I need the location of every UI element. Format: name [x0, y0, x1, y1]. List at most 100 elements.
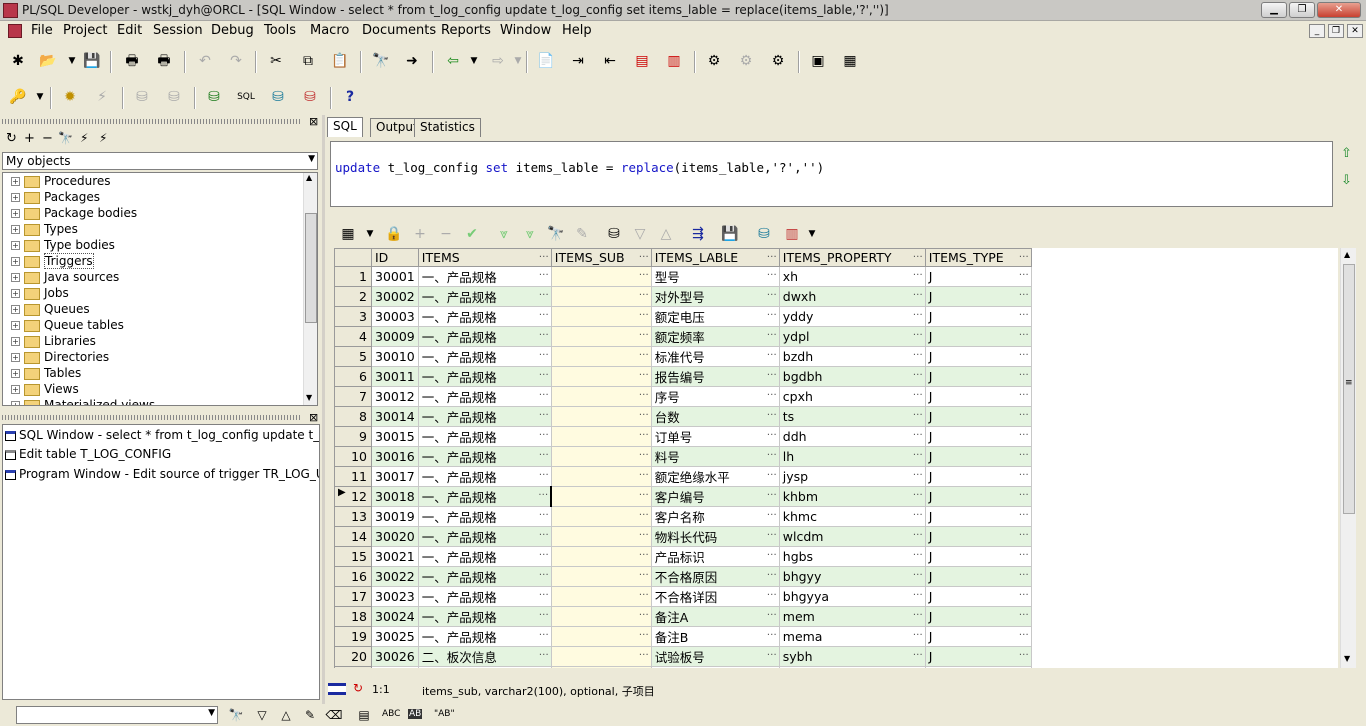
- cell-id[interactable]: 30011: [371, 366, 419, 387]
- cell-items-property[interactable]: bhgyy…: [778, 566, 926, 587]
- table-row[interactable]: 5 30010 一、产品规格…… 标准代号… bzdh… J…: [334, 346, 1032, 367]
- cell-items[interactable]: 一、产品规格…: [417, 366, 552, 387]
- cell-items-type[interactable]: J…: [924, 386, 1032, 407]
- tree-item-queue-tables[interactable]: + Queue tables: [11, 318, 124, 334]
- clear-highlight-icon[interactable]: ⌫: [324, 705, 344, 725]
- column-header-items-property[interactable]: ITEMS_PROPERTY…: [778, 248, 926, 267]
- menu-macro[interactable]: Macro: [310, 23, 349, 38]
- connect-icon[interactable]: ⛁: [204, 87, 224, 107]
- import-icon[interactable]: ⇦: [443, 51, 463, 71]
- menu-file[interactable]: File: [31, 23, 53, 38]
- cell-items-type[interactable]: J…: [924, 546, 1032, 567]
- cell-items-sub[interactable]: …: [550, 606, 652, 627]
- cell-items-property[interactable]: bzdh…: [778, 346, 926, 367]
- table-row[interactable]: 6 30011 一、产品规格…… 报告编号… bgdbh… J…: [334, 366, 1032, 387]
- column-header-items-type[interactable]: ITEMS_TYPE…: [924, 248, 1032, 267]
- cell-items-sub[interactable]: …: [550, 366, 652, 387]
- table-row[interactable]: 16 30022 一、产品规格…… 不合格原因… bhgyy… J…: [334, 566, 1032, 587]
- chart-dropdown-icon[interactable]: ▼: [802, 224, 822, 244]
- table-row[interactable]: 11 30017 一、产品规格…… 额定绝缘水平… jysp… J…: [334, 466, 1032, 487]
- sql-icon[interactable]: SQL: [236, 87, 256, 107]
- cell-id[interactable]: 30027: [371, 666, 419, 668]
- cell-items[interactable]: 一、产品规格…: [417, 346, 552, 367]
- cell-items-property[interactable]: ts…: [778, 406, 926, 427]
- cell-items-type[interactable]: J…: [924, 446, 1032, 467]
- cell-items-lable[interactable]: 型号…: [650, 266, 780, 287]
- cell-items-property[interactable]: ydpl…: [778, 326, 926, 347]
- copy-icon[interactable]: ⧉: [298, 51, 318, 71]
- unindent-icon[interactable]: ⇤: [600, 51, 620, 71]
- compile-all-icon[interactable]: ⚙: [736, 51, 756, 71]
- cell-items-type[interactable]: J…: [924, 566, 1032, 587]
- cell-items-sub[interactable]: …: [550, 586, 652, 607]
- menu-edit[interactable]: Edit: [117, 23, 142, 38]
- tab-sql[interactable]: SQL: [327, 117, 363, 137]
- cell-id[interactable]: 30022: [371, 566, 419, 587]
- cell-items-type[interactable]: J…: [924, 586, 1032, 607]
- window-item-sql[interactable]: SQL Window - select * from t_log_config …: [5, 426, 319, 444]
- indent-icon[interactable]: ⇥: [568, 51, 588, 71]
- undo-icon[interactable]: ↶: [195, 51, 215, 71]
- uncomment-icon[interactable]: ▥: [664, 51, 684, 71]
- cell-id[interactable]: 30025: [371, 626, 419, 647]
- tree-item-procedures[interactable]: + Procedures: [11, 174, 111, 190]
- cell-items-property[interactable]: mema…: [778, 626, 926, 647]
- tab-statistics[interactable]: Statistics: [414, 118, 481, 137]
- cell-items[interactable]: 二、板次信息…: [417, 666, 552, 668]
- find-input[interactable]: ▼: [16, 706, 218, 724]
- cell-items-lable[interactable]: 额定绝缘水平…: [650, 466, 780, 487]
- cell-items-property[interactable]: wlcdm…: [778, 526, 926, 547]
- document-icon[interactable]: 📄: [536, 51, 556, 71]
- cell-items-lable[interactable]: 台数…: [650, 406, 780, 427]
- cell-items-sub[interactable]: …: [550, 566, 652, 587]
- expand-icon[interactable]: +: [11, 225, 20, 234]
- cell-items-sub[interactable]: …: [550, 286, 652, 307]
- grid-vscrollbar[interactable]: ▲ ≡ ▼: [1340, 248, 1356, 668]
- tree-item-tables[interactable]: + Tables: [11, 366, 81, 382]
- cell-items-property[interactable]: bgdbh…: [778, 366, 926, 387]
- cell-items[interactable]: 一、产品规格…: [417, 626, 552, 647]
- filter-icon[interactable]: ⚡: [80, 131, 88, 145]
- cell-id[interactable]: 30024: [371, 606, 419, 627]
- table-row[interactable]: 8 30014 一、产品规格…… 台数… ts… J…: [334, 406, 1032, 427]
- help-icon[interactable]: ?: [340, 87, 360, 107]
- menu-documents[interactable]: Documents: [362, 23, 436, 38]
- tree-item-materialized-views[interactable]: + Materialized views: [11, 398, 155, 405]
- expand-icon[interactable]: +: [11, 401, 20, 405]
- cell-items[interactable]: 一、产品规格…: [417, 546, 552, 567]
- close-windows-panel-icon[interactable]: ⊠: [309, 411, 318, 424]
- cell-items-property[interactable]: sybh…: [778, 646, 926, 667]
- tree-item-types[interactable]: + Types: [11, 222, 78, 238]
- cell-items-lable[interactable]: 备注B…: [650, 626, 780, 647]
- cell-items-sub[interactable]: …: [550, 386, 652, 407]
- cell-items-lable[interactable]: 产品标识…: [650, 546, 780, 567]
- cell-items-type[interactable]: J…: [924, 306, 1032, 327]
- scroll-up-icon[interactable]: ⇧: [1341, 146, 1352, 161]
- expand-icon[interactable]: +: [11, 193, 20, 202]
- post-changes-icon[interactable]: ✔: [462, 224, 482, 244]
- table-row[interactable]: 2130027二、板次信息……板内序号…bnxh…J…: [334, 666, 1032, 668]
- dropdown-arrow-icon[interactable]: ▼: [308, 154, 315, 164]
- cell-items-sub[interactable]: …: [550, 426, 652, 447]
- cell-items-lable[interactable]: 客户名称…: [650, 506, 780, 527]
- cell-id[interactable]: 30019: [371, 506, 419, 527]
- menu-session[interactable]: Session: [153, 23, 203, 38]
- table-row[interactable]: 19 30025 一、产品规格…… 备注B… mema… J…: [334, 626, 1032, 647]
- grid-view-icon[interactable]: ▦: [338, 224, 358, 244]
- save-results-icon[interactable]: 💾: [720, 224, 740, 244]
- cell-items-type[interactable]: J…: [924, 646, 1032, 667]
- mdi-minimize-button[interactable]: _: [1309, 24, 1325, 38]
- cell-items-sub[interactable]: …: [550, 346, 652, 367]
- logon-icon[interactable]: 🔑: [8, 87, 28, 107]
- find-next-down-icon[interactable]: ▽: [252, 705, 272, 725]
- expand-icon[interactable]: +: [11, 241, 20, 250]
- cell-id[interactable]: 30026: [371, 646, 419, 667]
- expand-icon[interactable]: +: [11, 321, 20, 330]
- cut-icon[interactable]: ✂: [266, 51, 286, 71]
- table-row[interactable]: 1 30001 一、产品规格…… 型号… xh… J…: [334, 266, 1032, 287]
- table-row[interactable]: ▶ 12 30018 一、产品规格…… 客户编号… khbm… J…: [334, 486, 1032, 507]
- cell-items-lable[interactable]: 标准代号…: [650, 346, 780, 367]
- column-header-items-sub[interactable]: ITEMS_SUB…: [550, 248, 652, 267]
- cell-items[interactable]: 一、产品规格…: [417, 586, 552, 607]
- cell-items-lable[interactable]: 对外型号…: [650, 286, 780, 307]
